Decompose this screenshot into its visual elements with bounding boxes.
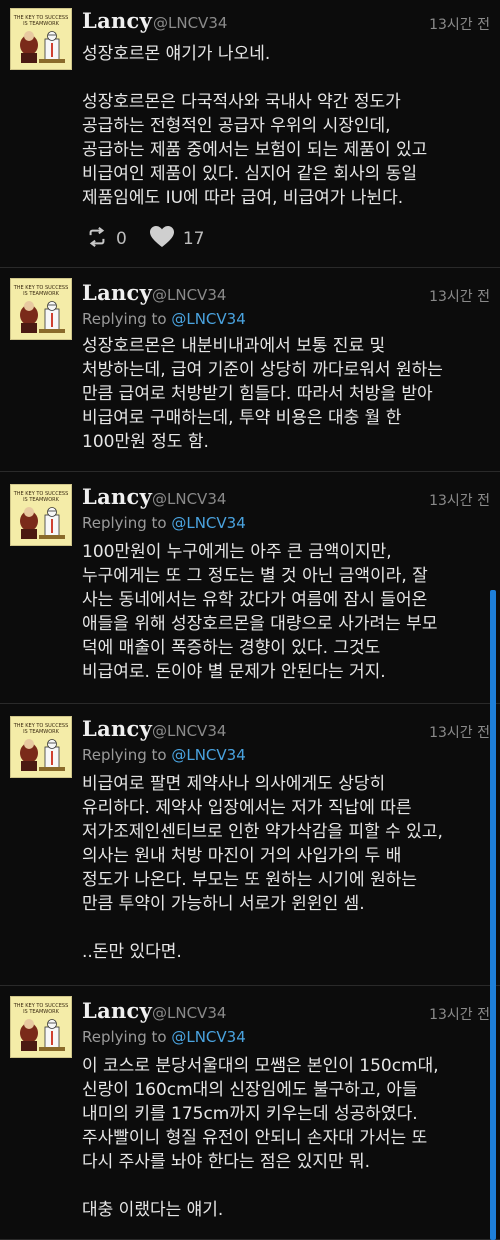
- timestamp: 13시간 전: [429, 493, 490, 509]
- tweet-actions: 0 17: [86, 224, 226, 254]
- tweet-text-line: 정도가 나온다. 부모는 또 원하는 시기에 원하는: [82, 870, 417, 890]
- timestamp: 13시간 전: [429, 1007, 490, 1023]
- replying-to-label: Replying to: [82, 1028, 172, 1046]
- tweet-text-line: 성장호르몬 얘기가 나오네.: [82, 44, 271, 64]
- tweet-feed: THE KEY TO SUCCESS IS TEAMWORK Lancy @LNC…: [0, 0, 500, 1240]
- display-name[interactable]: Lancy: [82, 484, 152, 509]
- replying-to: Replying to @LNCV34: [82, 310, 246, 328]
- tweet-text-line: 만큼 투약이 가능하니 서로가 윈윈인 셈.: [82, 894, 365, 914]
- svg-text:IS TEAMWORK: IS TEAMWORK: [23, 497, 60, 503]
- timestamp: 13시간 전: [429, 289, 490, 305]
- avatar[interactable]: THE KEY TO SUCCESS IS TEAMWORK: [10, 8, 72, 70]
- tweet[interactable]: THE KEY TO SUCCESS IS TEAMWORK Lancy @LNC…: [0, 472, 500, 704]
- tweet-text-line: 만큼 급여로 처방받기 힘들다. 따라서 처방을 받아: [82, 384, 433, 404]
- tweet-text-line: 100만원이 누구에게는 아주 큰 금액이지만,: [82, 542, 392, 562]
- tweet-text-line: 신랑이 160cm대의 신장임에도 불구하고, 아들: [82, 1080, 418, 1100]
- avatar[interactable]: THE KEY TO SUCCESS IS TEAMWORK: [10, 484, 72, 546]
- replying-to-mention[interactable]: @LNCV34: [171, 514, 245, 532]
- tweet-text: 성장호르몬은 내분비내과에서 보통 진료 및처방하는데, 급여 기준이 상당히 …: [82, 334, 494, 454]
- svg-text:IS TEAMWORK: IS TEAMWORK: [23, 729, 60, 735]
- retweet-button[interactable]: 0: [86, 226, 127, 253]
- replying-to-mention[interactable]: @LNCV34: [171, 310, 245, 328]
- svg-text:IS TEAMWORK: IS TEAMWORK: [23, 291, 60, 297]
- heart-icon: [149, 225, 183, 254]
- tweet-text-line: 공급하는 전형적인 공급자 우위의 시장인데,: [82, 116, 391, 136]
- tweet-text-line: 비급여로. 돈이야 별 문제가 안된다는 거지.: [82, 662, 386, 682]
- avatar[interactable]: THE KEY TO SUCCESS IS TEAMWORK: [10, 278, 72, 340]
- tweet-text-line: 의사는 원내 처방 마진이 거의 사입가의 두 배: [82, 846, 402, 866]
- like-count: 17: [182, 229, 205, 249]
- replying-to: Replying to @LNCV34: [82, 514, 246, 532]
- tweet-text: 이 코스로 분당서울대의 모쌤은 본인이 150cm대, 신랑이 160cm대의 …: [82, 1054, 494, 1222]
- avatar[interactable]: THE KEY TO SUCCESS IS TEAMWORK: [10, 716, 72, 778]
- display-name[interactable]: Lancy: [82, 8, 152, 33]
- tweet[interactable]: THE KEY TO SUCCESS IS TEAMWORK Lancy @LNC…: [0, 0, 500, 268]
- tweet-text-line: 비급여인 제품이 있다. 심지어 같은 회사의 동일: [82, 164, 417, 184]
- user-handle[interactable]: @LNCV34: [152, 722, 226, 740]
- user-handle[interactable]: @LNCV34: [152, 1004, 226, 1022]
- user-handle[interactable]: @LNCV34: [153, 14, 227, 32]
- timestamp: 13시간 전: [429, 17, 490, 33]
- replying-to-label: Replying to: [82, 310, 172, 328]
- tweet-text-line: 사는 동네에서는 유학 갔다가 여름에 잠시 들어온: [82, 590, 428, 610]
- tweet-text-line: 덕에 매출이 폭증하는 경향이 있다. 그것도: [82, 638, 381, 658]
- tweet-text-line: 내미의 키를 175cm까지 키우는데 성공하였다.: [82, 1104, 418, 1124]
- replying-to: Replying to @LNCV34: [82, 1028, 246, 1046]
- tweet[interactable]: THE KEY TO SUCCESS IS TEAMWORK Lancy @LNC…: [0, 268, 500, 472]
- tweet-text: 성장호르몬 얘기가 나오네. 성장호르몬은 다국적사와 국내사 약간 정도가공급하…: [82, 42, 494, 210]
- tweet[interactable]: THE KEY TO SUCCESS IS TEAMWORK Lancy @LNC…: [0, 704, 500, 986]
- tweet-text-line: 100만원 정도 함.: [82, 432, 209, 452]
- tweet-text-line: 공급하는 제품 중에서는 보험이 되는 제품이 있고: [82, 140, 428, 160]
- tweet-text-line: 처방하는데, 급여 기준이 상당히 까다로워서 원하는: [82, 360, 443, 380]
- tweet-text-line: 다시 주사를 놔야 한다는 점은 있지만 뭐.: [82, 1152, 371, 1172]
- tweet-text-line: 이 코스로 분당서울대의 모쌤은 본인이 150cm대,: [82, 1056, 439, 1076]
- user-handle[interactable]: @LNCV34: [152, 490, 226, 508]
- replying-to: Replying to @LNCV34: [82, 746, 246, 764]
- display-name[interactable]: Lancy: [82, 716, 152, 741]
- tweet-text-line: ..돈만 있다면.: [82, 942, 182, 962]
- tweet-text-line: 성장호르몬은 다국적사와 국내사 약간 정도가: [82, 92, 401, 112]
- timestamp: 13시간 전: [429, 725, 490, 741]
- tweet-text-line: 대충 이랬다는 얘기.: [82, 1200, 224, 1220]
- tweet-text-line: 누구에게는 또 그 정도는 별 것 아닌 금액이라, 잘: [82, 566, 428, 586]
- display-name[interactable]: Lancy: [82, 280, 152, 305]
- tweet-text-line: 애들을 위해 성장호르몬을 대량으로 사가려는 부모: [82, 614, 438, 634]
- retweet-icon: [86, 226, 116, 253]
- svg-text:IS TEAMWORK: IS TEAMWORK: [23, 21, 60, 27]
- svg-text:IS TEAMWORK: IS TEAMWORK: [23, 1009, 60, 1015]
- replying-to-label: Replying to: [82, 746, 172, 764]
- avatar[interactable]: THE KEY TO SUCCESS IS TEAMWORK: [10, 996, 72, 1058]
- tweet-text-line: 저가조제인센티브로 인한 약가삭감을 피할 수 있고,: [82, 822, 443, 842]
- tweet[interactable]: THE KEY TO SUCCESS IS TEAMWORK Lancy @LNC…: [0, 986, 500, 1240]
- user-handle[interactable]: @LNCV34: [152, 286, 226, 304]
- tweet-text-line: 유리하다. 제약사 입장에서는 저가 직납에 따른: [82, 798, 412, 818]
- like-button[interactable]: 17: [149, 225, 205, 254]
- tweet-text-line: 주사빨이니 형질 유전이 안되니 손자대 가서는 또: [82, 1128, 428, 1148]
- tweet-text-line: 비급여로 팔면 제약사나 의사에게도 상당히: [82, 774, 386, 794]
- replying-to-mention[interactable]: @LNCV34: [171, 1028, 245, 1046]
- replying-to-mention[interactable]: @LNCV34: [171, 746, 245, 764]
- tweet-text-line: 제품임에도 IU에 따라 급여, 비급여가 나뉜다.: [82, 188, 404, 208]
- tweet-text-line: 비급여로 구매하는데, 투약 비용은 대충 월 한: [82, 408, 402, 428]
- retweet-count: 0: [116, 229, 127, 249]
- tweet-text: 비급여로 팔면 제약사나 의사에게도 상당히유리하다. 제약사 입장에서는 저가…: [82, 772, 494, 964]
- replying-to-label: Replying to: [82, 514, 172, 532]
- tweet-text: 100만원이 누구에게는 아주 큰 금액이지만, 누구에게는 또 그 정도는 별 …: [82, 540, 494, 684]
- scrollbar[interactable]: [490, 590, 496, 1240]
- display-name[interactable]: Lancy: [82, 998, 152, 1023]
- tweet-text-line: 성장호르몬은 내분비내과에서 보통 진료 및: [82, 336, 386, 356]
